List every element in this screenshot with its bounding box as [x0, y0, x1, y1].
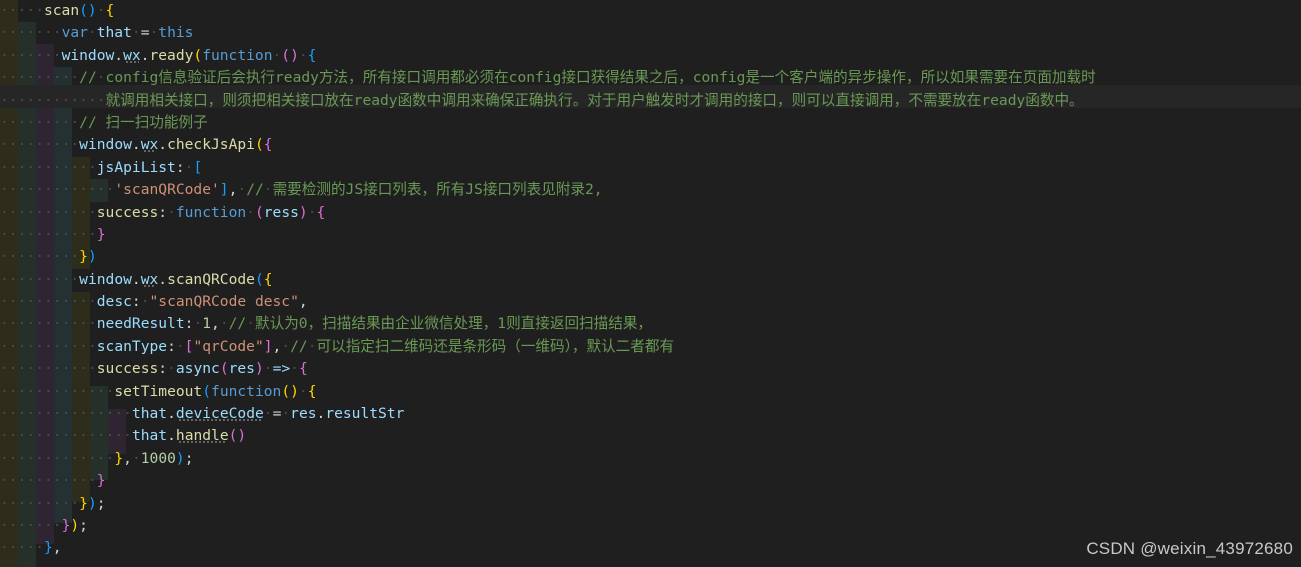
code-line[interactable]: ·······var·that·=·this	[0, 22, 1301, 44]
code-line[interactable]: ···········jsApiList:·[	[0, 157, 1301, 179]
code-line[interactable]: ·········});	[0, 493, 1301, 515]
code-line[interactable]: ···········desc:·"scanQRCode desc",	[0, 291, 1301, 313]
code-line[interactable]: ···············that.deviceCode·=·res.res…	[0, 403, 1301, 425]
code-line-wrap[interactable]: ············就调用相关接口，则须把相关接口放在ready函数中调用来…	[0, 90, 1301, 112]
code-line[interactable]: ·····scan()·{	[0, 0, 1301, 22]
code-line[interactable]: ···············that.handle()	[0, 425, 1301, 447]
code-line[interactable]: ·······});	[0, 515, 1301, 537]
code-line[interactable]: ···········}	[0, 224, 1301, 246]
code-line[interactable]: ·············},·1000);	[0, 448, 1301, 470]
code-line[interactable]: ···········needResult:·1,·//·默认为0，扫描结果由企…	[0, 313, 1301, 335]
comment-text: config信息验证后会执行ready方法，所有接口调用都必须在config接口…	[105, 69, 1096, 87]
code-line[interactable]: ·········})	[0, 246, 1301, 268]
code-line[interactable]: ·······window.wx.ready(function·()·{	[0, 45, 1301, 67]
code-line[interactable]: ·········window.wx.scanQRCode({	[0, 269, 1301, 291]
code-line[interactable]: ·········//·config信息验证后会执行ready方法，所有接口调用…	[0, 67, 1301, 89]
code-line[interactable]: ···········success:·function·(ress)·{	[0, 202, 1301, 224]
code-line[interactable]: ·········window.wx.checkJsApi({	[0, 134, 1301, 156]
code-line[interactable]: ···········}	[0, 470, 1301, 492]
csdn-watermark: CSDN @weixin_43972680	[1086, 538, 1293, 558]
code-line[interactable]: ·············setTimeout(function()·{	[0, 381, 1301, 403]
code-line[interactable]: ···········scanType:·["qrCode"],·//·可以指定…	[0, 336, 1301, 358]
code-content[interactable]: ·····scan()·{ ·······var·that·=·this ···…	[0, 0, 1301, 560]
comment-text-wrapped: 就调用相关接口，则须把相关接口放在ready函数中调用来确保正确执行。对于用户触…	[105, 91, 1084, 109]
code-line[interactable]: ·············'scanQRCode'],·//·需要检测的JS接口…	[0, 179, 1301, 201]
code-editor[interactable]: ·····scan()·{ ·······var·that·=·this ···…	[0, 0, 1301, 567]
comment-text: // 扫一扫功能例子	[79, 113, 208, 131]
code-line[interactable]: ·········// 扫一扫功能例子	[0, 112, 1301, 134]
code-line[interactable]: ···········success:·async(res)·=>·{	[0, 358, 1301, 380]
